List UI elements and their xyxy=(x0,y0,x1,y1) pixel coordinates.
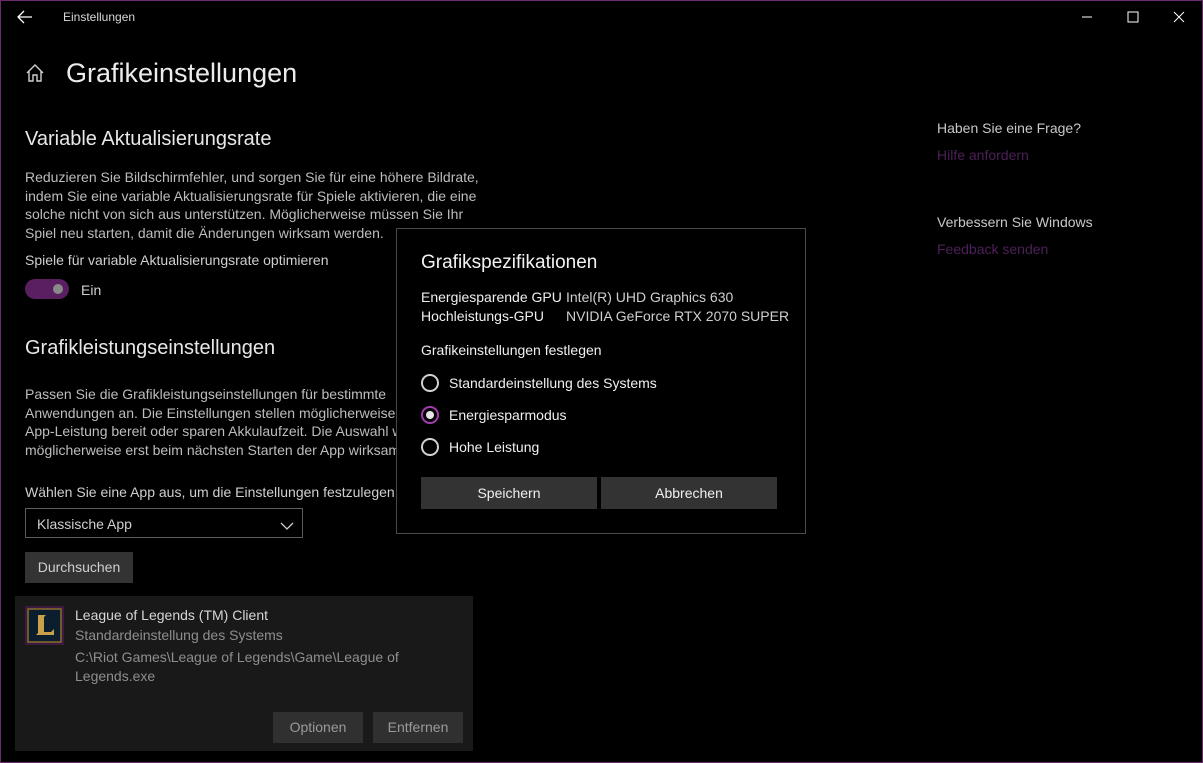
close-icon[interactable] xyxy=(1169,8,1189,26)
back-arrow-icon[interactable] xyxy=(14,7,36,27)
radio-power-saving[interactable] xyxy=(421,406,439,424)
vrr-heading: Variable Aktualisierungsrate xyxy=(25,128,272,150)
radio-system-default[interactable] xyxy=(421,374,439,392)
choose-app-label: Wählen Sie eine App aus, um die Einstell… xyxy=(25,484,399,500)
help-link[interactable]: Hilfe anfordern xyxy=(937,147,1029,163)
spec-value: Intel(R) UHD Graphics 630 xyxy=(566,289,734,305)
options-button[interactable]: Optionen xyxy=(273,712,363,743)
radio-label[interactable]: Standardeinstellung des Systems xyxy=(449,375,657,391)
minimize-icon[interactable] xyxy=(1077,8,1097,26)
page-title: Grafikeinstellungen xyxy=(66,58,298,88)
dropdown-value: Klassische App xyxy=(37,516,132,532)
app-name: League of Legends (TM) Client xyxy=(75,607,268,623)
spec-key: Energiesparende GPU xyxy=(421,289,562,305)
vrr-description-line: indem Sie eine variable Aktualisierungsr… xyxy=(25,187,477,204)
radio-high-performance[interactable] xyxy=(421,438,439,456)
app-list-item[interactable]: League of Legends (TM) Client Standardei… xyxy=(15,596,473,751)
spec-value: NVIDIA GeForce RTX 2070 SUPER xyxy=(566,308,790,324)
dialog-title: Grafikspezifikationen xyxy=(421,252,598,273)
browse-button[interactable]: Durchsuchen xyxy=(25,552,133,583)
home-icon[interactable] xyxy=(24,62,46,84)
app-graphics-mode: Standardeinstellung des Systems xyxy=(75,627,283,643)
save-button[interactable]: Speichern xyxy=(421,477,597,509)
title-bar: Einstellungen xyxy=(0,0,1203,34)
vrr-toggle-state: Ein xyxy=(81,282,102,298)
league-of-legends-icon xyxy=(25,606,64,645)
question-heading: Haben Sie eine Frage? xyxy=(937,120,1081,136)
perf-heading: Grafikleistungseinstellungen xyxy=(25,337,276,359)
vrr-toggle-label: Spiele für variable Aktualisierungsrate … xyxy=(25,252,329,268)
cancel-button[interactable]: Abbrechen xyxy=(601,477,777,509)
remove-button[interactable]: Entfernen xyxy=(373,712,463,743)
toggle-knob xyxy=(53,284,63,294)
app-type-dropdown[interactable]: Klassische App xyxy=(25,508,303,538)
vrr-toggle[interactable] xyxy=(25,279,69,299)
radio-label[interactable]: Hohe Leistung xyxy=(449,439,539,455)
graphics-spec-dialog: Grafikspezifikationen Energiesparende GP… xyxy=(396,228,806,534)
spec-key: Hochleistungs-GPU xyxy=(421,308,544,324)
feedback-link[interactable]: Feedback senden xyxy=(937,241,1048,257)
improve-heading: Verbessern Sie Windows xyxy=(937,214,1093,230)
window-title: Einstellungen xyxy=(63,10,136,24)
maximize-icon[interactable] xyxy=(1123,8,1143,26)
vrr-description-line: Reduzieren Sie Bildschirmfehler, und sor… xyxy=(25,169,479,185)
radio-label[interactable]: Energiesparmodus xyxy=(449,407,567,423)
dialog-subheading: Grafikeinstellungen festlegen xyxy=(421,342,602,358)
chevron-down-icon xyxy=(280,518,294,530)
vrr-description-line: solche nicht von sich aus unterstützen. … xyxy=(25,206,464,222)
app-path: C:\Riot Games\League of Legends\Game\Lea… xyxy=(75,649,399,684)
